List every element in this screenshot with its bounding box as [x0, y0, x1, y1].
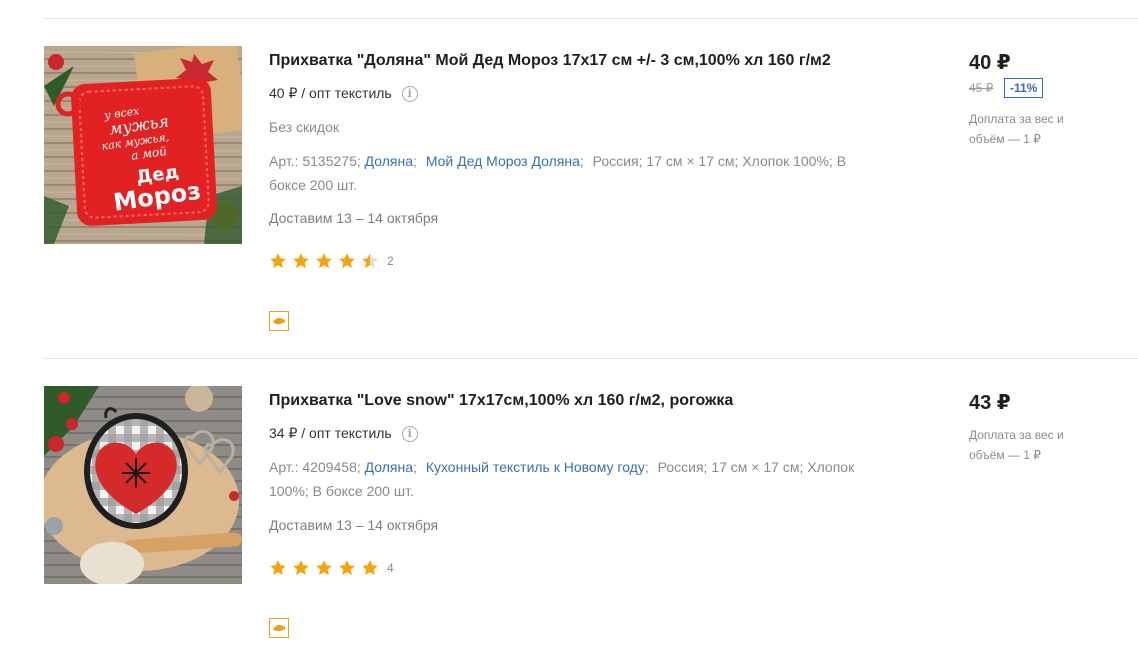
product-title[interactable]: Прихватка "Love snow" 17х17см,100% хл 16…: [269, 392, 733, 410]
brand-link[interactable]: Доляна: [365, 153, 413, 169]
product-image[interactable]: у всех мужья как мужья, а мой Дед Мороз: [44, 46, 242, 244]
wholesale-price-text: 34 ₽ / опт текстиль: [269, 425, 392, 441]
partner-fish-icon[interactable]: [269, 618, 289, 638]
partner-fish-icon[interactable]: [269, 311, 289, 331]
wholesale-price: 34 ₽ / опт текстиль i: [269, 425, 418, 442]
star-icon: [339, 253, 355, 269]
star-icon: [316, 560, 332, 576]
product-title[interactable]: Прихватка "Доляна" Мой Дед Мороз 17х17 с…: [269, 52, 831, 70]
material: Хлопок 100%;: [742, 153, 833, 169]
star-half-icon: [362, 253, 378, 269]
no-discount-label: Без скидок: [269, 119, 339, 135]
weight-surcharge: Доплата за вес и объём — 1 ₽: [969, 428, 1064, 462]
price: 40 ₽: [969, 52, 1011, 74]
rating[interactable]: 4: [269, 559, 394, 577]
delivery-date: Доставим 13 – 14 октября: [269, 210, 439, 226]
star-icon: [339, 560, 355, 576]
country: Россия;: [592, 153, 643, 169]
size: 17 см × 17 см;: [711, 459, 804, 475]
star-icon: [293, 253, 309, 269]
box-quantity: В боксе 200 шт.: [312, 483, 414, 499]
rating-count[interactable]: 4: [387, 561, 394, 575]
wholesale-price: 40 ₽ / опт текстиль i: [269, 85, 418, 102]
price: 43 ₽: [969, 392, 1011, 414]
star-icon: [362, 560, 378, 576]
star-icon: [316, 253, 332, 269]
wholesale-price-text: 40 ₽ / опт текстиль: [269, 85, 392, 101]
star-icon: [270, 560, 286, 576]
product-image[interactable]: [44, 386, 242, 584]
delivery-date: Доставим 13 – 14 октября: [269, 517, 439, 533]
series-link[interactable]: Кухонный текстиль к Новому году: [426, 459, 645, 475]
info-icon[interactable]: i: [401, 85, 418, 102]
series-link[interactable]: Мой Дед Мороз Доляна: [426, 153, 580, 169]
product-divider: [43, 358, 1138, 359]
article-number: Арт.: 4209458;: [269, 459, 361, 475]
rating[interactable]: 2: [269, 252, 394, 270]
product-specs: Арт.: 5135275; Доляна; Мой Дед Мороз Дол…: [269, 153, 847, 193]
country: Россия;: [657, 459, 708, 475]
discount-badge: -11%: [1004, 78, 1044, 98]
article-number: Арт.: 5135275;: [269, 153, 361, 169]
info-icon[interactable]: i: [401, 425, 418, 442]
size: 17 см × 17 см;: [646, 153, 739, 169]
brand-link[interactable]: Доляна: [365, 459, 413, 475]
star-icon: [270, 253, 286, 269]
weight-surcharge: Доплата за вес и объём — 1 ₽: [969, 112, 1064, 146]
rating-count[interactable]: 2: [387, 254, 394, 268]
star-icon: [293, 560, 309, 576]
old-price: 45 ₽: [969, 81, 994, 95]
product-specs: Арт.: 4209458; Доляна; Кухонный текстиль…: [269, 459, 855, 499]
top-divider: [43, 18, 1138, 19]
